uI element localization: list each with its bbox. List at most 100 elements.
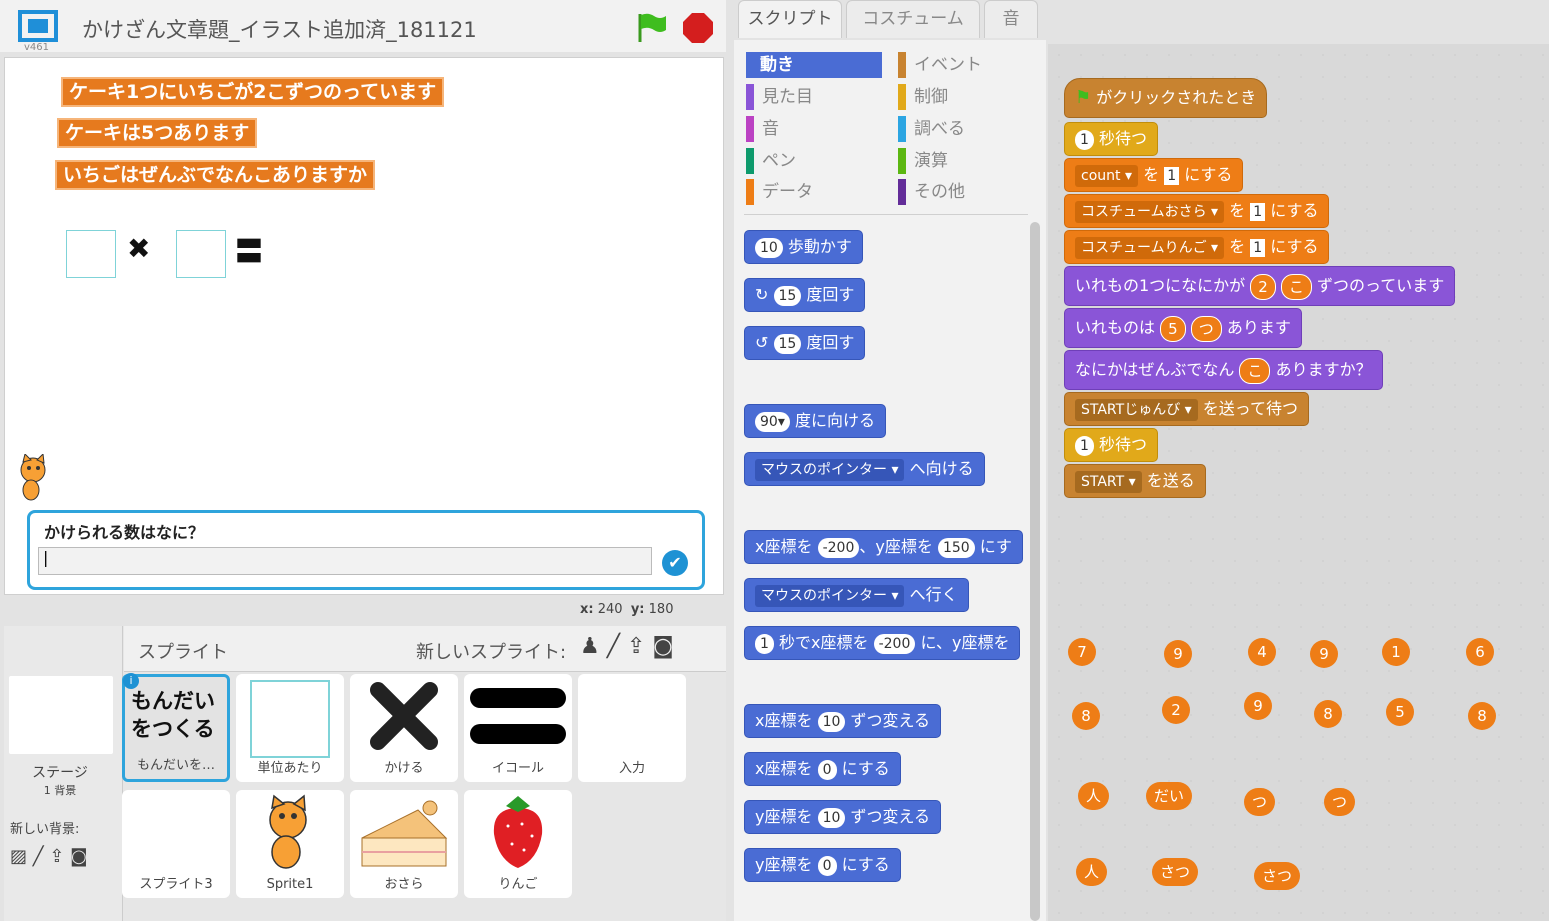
sprite-label: りんご [498, 877, 538, 892]
block-goto-xy[interactable]: x座標を -200 、y座標を 150 にす [744, 530, 1023, 564]
category-looks[interactable]: 見た目 [746, 84, 882, 110]
sprite-label: もんだいを… [136, 758, 215, 773]
sprite-tile-unit[interactable]: 単位あたり [236, 674, 344, 782]
block-change-y[interactable]: y座標を 10 ずつ変える [744, 800, 942, 834]
loose-reporter[interactable]: 8 [1072, 702, 1100, 730]
new-backdrop-label: 新しい背景: [10, 822, 80, 837]
brush-backdrop-icon[interactable]: ╱ [33, 846, 44, 867]
fullscreen-icon[interactable] [18, 10, 58, 42]
sprite-tile-equal[interactable]: イコール [464, 674, 572, 782]
check-icon[interactable]: ✔ [662, 550, 688, 576]
block-goto[interactable]: マウスのポインター ▾ へ行く [744, 578, 969, 612]
category-operators[interactable]: 演算 [898, 148, 1034, 174]
problem-thumbnail-text: もんだいをつくる [131, 689, 215, 741]
block-wait-2[interactable]: 1 秒待つ [1064, 428, 1159, 462]
block-set-costume-apple[interactable]: コスチュームりんご ▾ を 1 にする [1064, 230, 1330, 264]
sprite-library-icon[interactable]: ♟ [580, 634, 600, 659]
equals-sign: 〓 [235, 235, 264, 268]
tab-sounds[interactable]: 音 [984, 0, 1038, 38]
block-point-direction[interactable]: 90▾ 度に向ける [744, 404, 886, 438]
sprite-tile-times[interactable]: かける [350, 674, 458, 782]
block-set-costume-plate[interactable]: コスチュームおさら ▾ を 1 にする [1064, 194, 1330, 228]
rotate-right-icon: ↻ [755, 285, 769, 304]
block-when-flag-clicked[interactable]: ⚑ がクリックされたとき [1064, 78, 1268, 118]
sprite-label: かける [384, 761, 424, 776]
sprite-label: おさら [384, 877, 424, 892]
category-sound[interactable]: 音 [746, 116, 882, 142]
loose-reporter[interactable]: 7 [1068, 638, 1096, 666]
category-pen[interactable]: ペン [746, 148, 882, 174]
loose-reporter[interactable]: 2 [1162, 696, 1190, 724]
sprite-tile-sprite3[interactable]: スプライト3 [122, 790, 230, 898]
category-more[interactable]: その他 [898, 179, 1034, 205]
stage-thumbnail[interactable] [9, 676, 113, 754]
stage-label: ステージ [32, 765, 88, 781]
upload-backdrop-icon[interactable]: ⇪ [49, 846, 64, 867]
sprite-tile-input[interactable]: 入力 [578, 674, 686, 782]
category-data[interactable]: データ [746, 179, 882, 205]
camera-sprite-icon[interactable]: ◙ [652, 634, 673, 659]
loose-reporter[interactable]: 9 [1244, 692, 1272, 720]
block-glide[interactable]: 1 秒でx座標を -200 に、y座標を [744, 626, 1021, 660]
block-set-y[interactable]: y座標を 0 にする [744, 848, 901, 882]
rotate-left-icon: ↺ [755, 333, 769, 352]
loose-reporter[interactable]: 4 [1248, 638, 1276, 666]
loose-reporter[interactable]: 9 [1164, 640, 1192, 668]
sprite-tile-sprite1[interactable]: Sprite1 [236, 790, 344, 898]
loose-reporter[interactable]: だい [1146, 782, 1193, 810]
strawberry-thumbnail-icon [493, 796, 543, 868]
loose-reporter[interactable]: つ [1244, 788, 1276, 816]
loose-reporter[interactable]: つ [1324, 788, 1356, 816]
sprite-label: 単位あたり [257, 761, 323, 776]
cat-sprite-icon[interactable] [13, 454, 57, 502]
backdrop-count: 1 背景 [43, 784, 77, 797]
coord-x-label: x: [580, 602, 594, 617]
stop-icon[interactable] [682, 12, 714, 44]
loose-reporter[interactable]: 8 [1468, 702, 1496, 730]
loose-reporter[interactable]: 6 [1466, 638, 1494, 666]
loose-reporter[interactable]: 5 [1386, 698, 1414, 726]
tab-scripts[interactable]: スクリプト [738, 0, 842, 38]
ask-answer-input[interactable]: | [38, 547, 652, 575]
category-motion[interactable]: 動き [746, 52, 882, 78]
sprite-tile-plate[interactable]: おさら [350, 790, 458, 898]
block-turn-right[interactable]: ↻ 15 度回す [744, 278, 866, 312]
palette-scrollbar[interactable] [1030, 222, 1040, 921]
block-turn-left[interactable]: ↺ 15 度回す [744, 326, 866, 360]
paint-backdrop-icon[interactable]: ▨ [10, 846, 27, 867]
loose-reporter[interactable]: 9 [1310, 640, 1338, 668]
block-custom-question[interactable]: なにかはぜんぶでなん こ ありますか？ [1064, 350, 1383, 390]
block-set-x[interactable]: x座標を 0 にする [744, 752, 901, 786]
loose-reporter[interactable]: 1 [1382, 638, 1410, 666]
tab-costumes[interactable]: コスチューム [846, 0, 980, 38]
block-wait[interactable]: 1 秒待つ [1064, 122, 1159, 156]
block-broadcast[interactable]: START ▾ を送る [1064, 464, 1206, 498]
block-point-towards[interactable]: マウスのポインター ▾ へ向ける [744, 452, 985, 486]
loose-reporter[interactable]: さつ [1152, 858, 1199, 886]
loose-reporter[interactable]: 人 [1076, 858, 1108, 886]
green-flag-icon[interactable] [636, 12, 668, 44]
block-move-steps[interactable]: 10 歩動かす [744, 230, 863, 264]
block-custom-container[interactable]: いれもの1つになにかが 2 こ ずつのっています [1064, 266, 1456, 306]
block-custom-count[interactable]: いれものは 5 つ あります [1064, 308, 1302, 348]
paint-sprite-icon[interactable]: ╱ [607, 634, 620, 659]
block-change-x[interactable]: x座標を 10 ずつ変える [744, 704, 942, 738]
block-broadcast-and-wait[interactable]: STARTじゅんび ▾ を送って待つ [1064, 392, 1309, 426]
coord-y-label: y: [630, 602, 645, 617]
sprite-label: イコール [491, 761, 544, 776]
info-icon[interactable]: i [123, 673, 139, 689]
block-set-count[interactable]: count ▾ を 1 にする [1064, 158, 1244, 192]
camera-backdrop-icon[interactable]: ◙ [70, 846, 87, 867]
sprite-tile-apple[interactable]: りんご [464, 790, 572, 898]
block-palette: 動き イベント 見た目 制御 音 調べる ペン 演算 データ その他 10 歩動… [734, 40, 1046, 921]
script-area[interactable]: ⚑ がクリックされたとき 1 秒待つ count ▾ を 1 にする コスチュー… [1048, 44, 1549, 921]
category-sensing[interactable]: 調べる [898, 116, 1034, 142]
project-title[interactable]: かけざん文章題_イラスト追加済_181121 [82, 14, 477, 44]
loose-reporter[interactable]: 8 [1314, 700, 1342, 728]
sprite-tile-problem[interactable]: もんだいをつくる i もんだいを… [122, 673, 230, 782]
category-control[interactable]: 制御 [898, 84, 1034, 110]
upload-sprite-icon[interactable]: ⇪ [627, 634, 645, 659]
loose-reporter[interactable]: さつ [1254, 862, 1301, 890]
loose-reporter[interactable]: 人 [1078, 782, 1110, 810]
category-events[interactable]: イベント [898, 52, 1034, 78]
